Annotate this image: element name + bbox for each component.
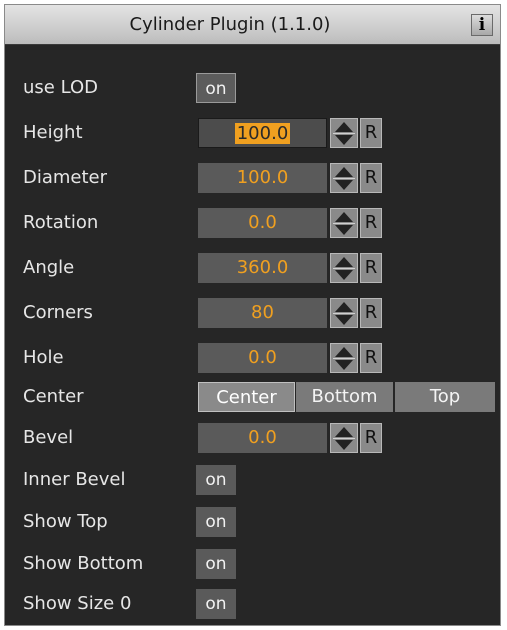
down-arrow-icon [335,315,353,325]
height-value: 100.0 [234,123,291,144]
diameter-input[interactable]: 100.0 [198,163,327,193]
bevel-reset-button[interactable]: R [360,423,382,453]
height-label: Height [23,122,83,143]
down-arrow-icon [335,225,353,235]
center-option-top[interactable]: Top [395,382,495,412]
down-arrow-icon [335,180,353,190]
show-top-label: Show Top [23,511,108,532]
title-bar: Cylinder Plugin (1.1.0) i [5,5,500,45]
diameter-reset-button[interactable]: R [360,163,382,193]
angle-stepper[interactable] [330,253,358,283]
panel-title: Cylinder Plugin (1.1.0) [129,14,331,35]
diameter-label: Diameter [23,167,108,188]
down-arrow-icon [335,360,353,370]
corners-reset-button[interactable]: R [360,298,382,328]
up-arrow-icon [335,427,353,437]
rotation-label: Rotation [23,212,99,233]
bevel-stepper[interactable] [330,423,358,453]
bevel-label: Bevel [23,427,74,448]
up-arrow-icon [335,257,353,267]
show-top-toggle[interactable]: on [196,507,236,537]
use-lod-label: use LOD [23,77,98,98]
down-arrow-icon [335,440,353,450]
hole-label: Hole [23,347,64,368]
up-arrow-icon [335,167,353,177]
up-arrow-icon [335,212,353,222]
down-arrow-icon [335,270,353,280]
up-arrow-icon [335,302,353,312]
hole-stepper[interactable] [330,343,358,373]
rotation-reset-button[interactable]: R [360,208,382,238]
down-arrow-icon [335,135,353,145]
diameter-stepper[interactable] [330,163,358,193]
angle-input[interactable]: 360.0 [198,253,327,283]
corners-label: Corners [23,302,93,323]
inner-bevel-toggle[interactable]: on [196,465,236,495]
use-lod-toggle[interactable]: on [196,73,236,103]
show-bottom-label: Show Bottom [23,553,144,574]
angle-label: Angle [23,257,75,278]
up-arrow-icon [335,122,353,132]
height-reset-button[interactable]: R [360,118,382,148]
show-size-0-label: Show Size 0 [23,593,132,614]
bevel-input[interactable]: 0.0 [198,423,327,453]
up-arrow-icon [335,347,353,357]
center-label: Center [23,386,84,407]
show-bottom-toggle[interactable]: on [196,549,236,579]
corners-stepper[interactable] [330,298,358,328]
inner-bevel-label: Inner Bevel [23,469,126,490]
center-option-bottom[interactable]: Bottom [296,382,393,412]
corners-input[interactable]: 80 [198,298,327,328]
center-option-center[interactable]: Center [198,382,295,412]
height-stepper[interactable] [330,118,358,148]
info-button[interactable]: i [471,14,493,36]
hole-input[interactable]: 0.0 [198,343,327,373]
rotation-stepper[interactable] [330,208,358,238]
height-input[interactable]: 100.0 [198,118,327,148]
rotation-input[interactable]: 0.0 [198,208,327,238]
angle-reset-button[interactable]: R [360,253,382,283]
plugin-panel: Cylinder Plugin (1.1.0) i use LOD on Hei… [4,4,501,626]
hole-reset-button[interactable]: R [360,343,382,373]
show-size-0-toggle[interactable]: on [196,589,236,619]
